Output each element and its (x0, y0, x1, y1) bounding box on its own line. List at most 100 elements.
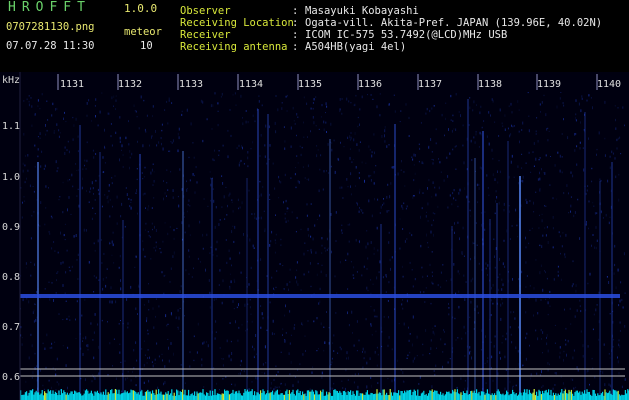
noise-dot (193, 359, 195, 362)
baseline-bar (564, 389, 566, 400)
noise-dot (141, 172, 143, 174)
noise-dot (412, 359, 414, 363)
noise-dot (147, 349, 149, 351)
noise-dot (587, 282, 589, 285)
time-tick-label: 1140 (597, 79, 622, 90)
noise-dot (243, 370, 245, 373)
noise-dot (383, 198, 384, 200)
noise-dot (508, 175, 510, 179)
noise-dot (253, 356, 255, 359)
noise-dot (177, 195, 179, 198)
noise-dot (76, 195, 78, 197)
noise-dot (105, 276, 107, 279)
noise-dot (393, 94, 395, 96)
baseline-bar (126, 391, 128, 400)
noise-dot (412, 285, 414, 288)
noise-dot (550, 156, 551, 157)
noise-dot (67, 140, 69, 143)
noise-dot (222, 144, 224, 147)
noise-dot (41, 93, 43, 96)
noise-dot (539, 177, 541, 181)
noise-dot (618, 304, 620, 307)
noise-dot (448, 302, 449, 305)
noise-dot (609, 313, 611, 315)
noise-dot (543, 94, 545, 97)
noise-dot (128, 143, 130, 146)
baseline-bar (624, 390, 626, 400)
noise-dot (377, 353, 379, 356)
noise-dot (588, 94, 590, 97)
noise-dot (163, 382, 165, 386)
noise-dot (171, 102, 173, 104)
noise-dot (48, 187, 49, 189)
noise-dot (169, 150, 171, 153)
noise-dot (366, 385, 368, 389)
noise-dot (504, 387, 506, 391)
noise-dot (371, 334, 373, 336)
noise-dot (451, 129, 453, 133)
noise-dot (561, 133, 563, 135)
baseline-bar (203, 394, 205, 400)
noise-dot (447, 175, 449, 178)
noise-dot (570, 323, 572, 325)
noise-dot (240, 271, 242, 274)
noise-dot (188, 224, 190, 228)
noise-dot (617, 137, 619, 140)
noise-dot (435, 364, 437, 368)
baseline-bar (358, 395, 360, 400)
noise-dot (339, 261, 341, 264)
noise-dot (28, 100, 30, 103)
noise-dot (197, 322, 199, 326)
colon-separator: : (292, 5, 299, 17)
noise-dot (541, 219, 543, 223)
noise-dot (533, 165, 535, 167)
noise-dot (326, 237, 328, 241)
baseline-bar (160, 391, 162, 400)
noise-dot (353, 344, 355, 347)
noise-dot (389, 195, 391, 199)
noise-dot (528, 115, 530, 117)
noise-dot (148, 283, 149, 285)
noise-dot (179, 290, 181, 293)
noise-dot (459, 237, 460, 241)
noise-dot (34, 113, 36, 116)
noise-dot (195, 166, 197, 169)
noise-dot (476, 104, 477, 106)
baseline-bar (368, 394, 370, 400)
noise-dot (272, 162, 274, 165)
noise-dot (254, 120, 256, 123)
noise-dot (469, 97, 471, 99)
noise-dot (111, 177, 113, 179)
noise-dot (304, 242, 306, 244)
noise-dot (432, 282, 434, 285)
noise-dot (97, 239, 99, 243)
noise-dot (618, 343, 620, 347)
noise-dot (331, 357, 333, 360)
noise-dot (115, 131, 117, 134)
baseline-bar (359, 393, 361, 400)
noise-dot (188, 249, 190, 252)
noise-dot (168, 359, 170, 363)
baseline-bar (318, 394, 320, 400)
noise-dot (173, 229, 175, 232)
noise-dot (462, 226, 464, 230)
noise-dot (420, 122, 422, 124)
y-tick-label: 0.6 (2, 372, 21, 383)
noise-dot (244, 305, 246, 307)
baseline-bar (471, 390, 473, 400)
noise-dot (51, 342, 53, 345)
noise-dot (596, 148, 598, 151)
noise-dot (469, 316, 471, 318)
baseline-bar (209, 390, 211, 400)
noise-dot (260, 193, 262, 197)
noise-dot (30, 274, 32, 277)
baseline-bar (351, 394, 353, 400)
noise-dot (26, 98, 28, 101)
noise-dot (518, 130, 520, 133)
noise-dot (314, 224, 316, 227)
baseline-bar (86, 389, 88, 400)
baseline-bar (76, 392, 78, 400)
noise-dot (72, 138, 74, 141)
noise-dot (228, 354, 230, 358)
noise-dot (82, 187, 83, 189)
